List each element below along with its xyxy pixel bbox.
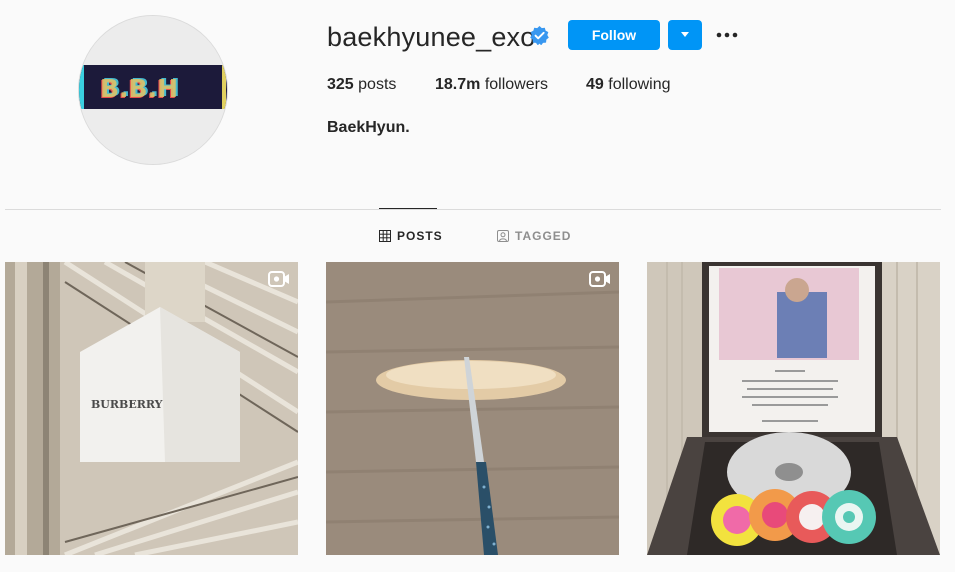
following-count: 49: [586, 76, 604, 93]
tab-posts[interactable]: POSTS: [379, 229, 443, 243]
follow-button[interactable]: Follow: [568, 20, 660, 50]
following-label: following: [603, 76, 671, 93]
tab-posts-label: POSTS: [397, 229, 443, 243]
following-stat-link[interactable]: 49 following: [586, 76, 671, 94]
followers-count: 18.7m: [435, 76, 481, 93]
avatar-text: B.B.H: [100, 74, 178, 103]
verified-badge-icon: [530, 26, 549, 45]
post-thumbnail[interactable]: [647, 262, 940, 555]
tagged-icon: [497, 230, 509, 242]
posts-label: posts: [353, 76, 397, 93]
tab-tagged-label: TAGGED: [515, 229, 572, 243]
suggested-dropdown-button[interactable]: [668, 20, 702, 50]
followers-label: followers: [480, 76, 548, 93]
posts-count-stat: 325 posts: [327, 76, 396, 94]
followers-stat-link[interactable]: 18.7m followers: [435, 76, 548, 94]
post-thumbnail[interactable]: [326, 262, 619, 555]
post-image-burberry-bag: BURBERRY: [5, 262, 298, 555]
profile-avatar[interactable]: B.B.H B.B.H B.B.H: [78, 15, 228, 165]
profile-username: baekhyunee_exo: [327, 22, 536, 52]
more-options-icon: [716, 32, 738, 38]
more-options-button[interactable]: [712, 22, 742, 48]
video-icon: [589, 271, 610, 287]
chevron-down-icon: [681, 32, 689, 37]
post-image-knife-dish: [326, 262, 619, 555]
tab-tagged[interactable]: TAGGED: [497, 229, 571, 243]
avatar-image: B.B.H B.B.H B.B.H: [79, 16, 227, 164]
active-tab-indicator: [379, 208, 437, 209]
post-image-album-package: [647, 262, 940, 555]
grid-icon: [379, 230, 391, 242]
post-thumbnail[interactable]: BURBERRY: [5, 262, 298, 555]
posts-count: 325: [327, 76, 354, 93]
profile-full-name: BaekHyun.: [327, 119, 410, 136]
tabs-divider: [5, 209, 941, 210]
bag-brand-text: BURBERRY: [91, 398, 163, 411]
video-icon: [268, 271, 289, 287]
